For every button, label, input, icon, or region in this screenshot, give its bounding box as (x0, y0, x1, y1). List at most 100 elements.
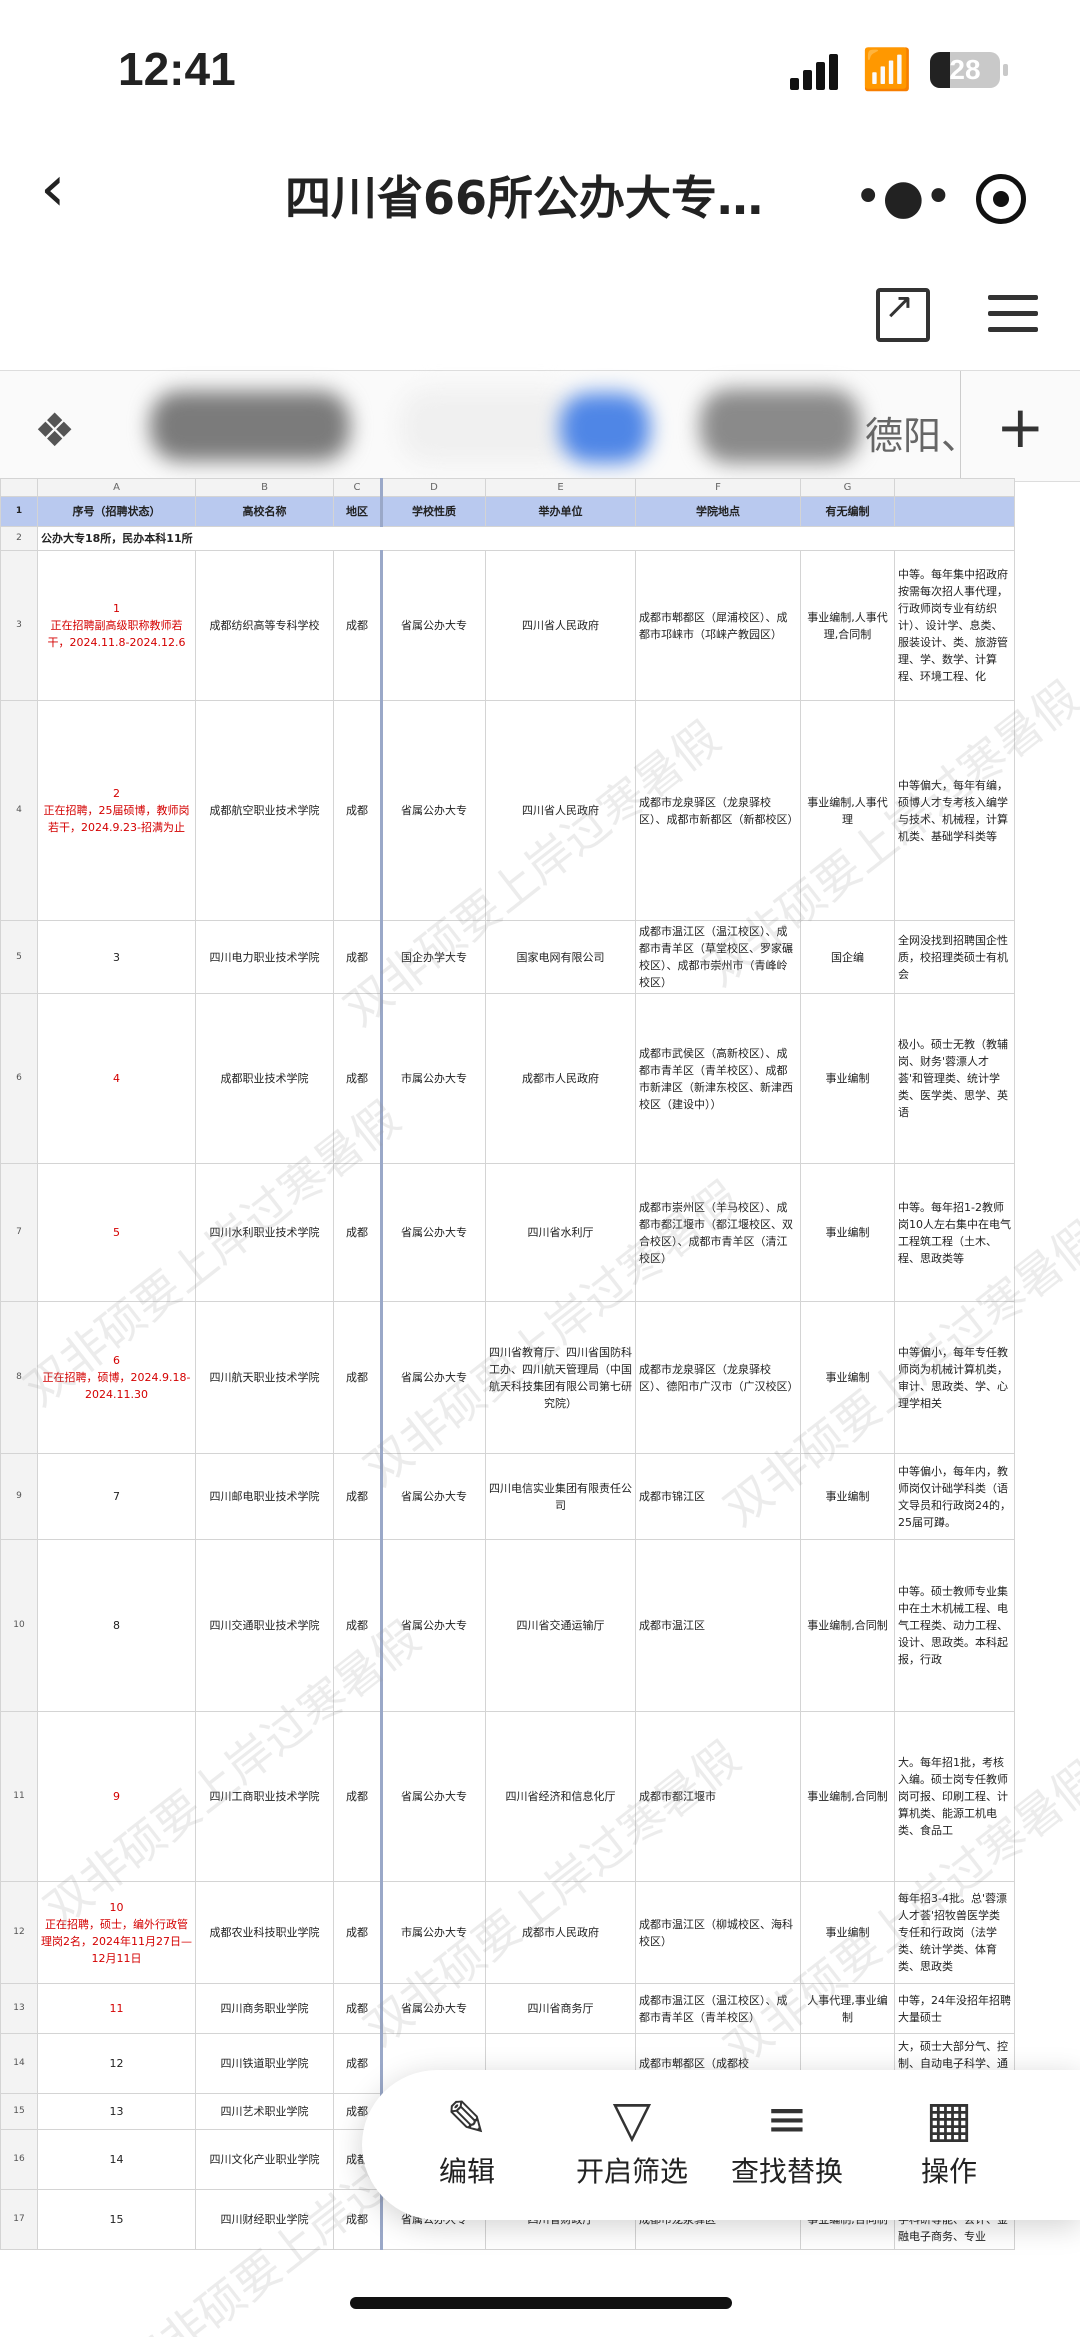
find-replace-button[interactable]: ≡ 查找替换 (712, 2088, 862, 2208)
cell-region[interactable]: 成都 (333, 2189, 383, 2250)
cell-staffing[interactable]: 事业编制,人事代理 (800, 700, 895, 921)
column-header[interactable]: F (635, 478, 801, 497)
row-number[interactable]: 9 (0, 1453, 38, 1540)
cell-staffing[interactable]: 事业编制 (800, 1453, 895, 1540)
cell-location[interactable]: 成都市都江堰市 (635, 1711, 801, 1882)
row-number[interactable]: 13 (0, 1983, 38, 2034)
cell-sponsor[interactable]: 四川省人民政府 (485, 700, 636, 921)
cell-staffing[interactable]: 事业编制 (800, 1301, 895, 1454)
cell-sponsor[interactable]: 四川省交通运输厅 (485, 1539, 636, 1712)
cell-notes[interactable]: 每年招3-4批。总'蓉漂人才荟'招牧兽医学类专任和行政岗（法学类、统计学类、体育… (894, 1881, 1015, 1984)
cell-school-name[interactable]: 四川电力职业技术学院 (195, 920, 334, 994)
cell-staffing[interactable]: 事业编制,合同制 (800, 1711, 895, 1882)
cell-region[interactable]: 成都 (333, 1301, 383, 1454)
row-number[interactable]: 6 (0, 993, 38, 1164)
cell-school-name[interactable]: 成都职业技术学院 (195, 993, 334, 1164)
sheet-tab-blurred[interactable] (700, 389, 860, 463)
section-label[interactable]: 公办大专18所，民办本科11所 (37, 526, 1015, 551)
row-number[interactable]: 3 (0, 550, 38, 701)
cell-region[interactable]: 成都 (333, 1453, 383, 1540)
row-number[interactable]: 10 (0, 1539, 38, 1712)
cell-school-name[interactable]: 四川财经职业学院 (195, 2189, 334, 2250)
cell-school-name[interactable]: 四川铁道职业学院 (195, 2033, 334, 2094)
sheets-layers-icon[interactable]: ❖ (34, 403, 75, 457)
actions-button[interactable]: ▦ 操作 (874, 2088, 1024, 2208)
cell-school-type[interactable]: 省属公办大专 (381, 1539, 486, 1712)
cell-staffing[interactable]: 事业编制 (800, 1163, 895, 1302)
cell-index-status[interactable]: 13 (37, 2093, 196, 2130)
cell-location[interactable]: 成都市温江区（温江校区）、成都市青羊区（青羊校区） (635, 1983, 801, 2034)
cell-sponsor[interactable]: 成都市人民政府 (485, 1881, 636, 1984)
cell-sponsor[interactable]: 四川省教育厅、四川省国防科工办、四川航天管理局（中国航天科技集团有限公司第七研究… (485, 1301, 636, 1454)
cell-school-name[interactable]: 四川商务职业学院 (195, 1983, 334, 2034)
cell-school-type[interactable]: 省属公办大专 (381, 1983, 486, 2034)
cell-index-status[interactable]: 2 正在招聘，25届硕博，教师岗若干，2024.9.23-招满为止 (37, 700, 196, 921)
cell-school-type[interactable]: 市属公办大专 (381, 993, 486, 1164)
row-number[interactable]: 1 (0, 496, 38, 527)
header-cell[interactable]: 地区 (333, 496, 383, 527)
cell-region[interactable]: 成都 (333, 1983, 383, 2034)
row-number[interactable]: 5 (0, 920, 38, 994)
column-header[interactable]: E (485, 478, 636, 497)
cell-sponsor[interactable]: 成都市人民政府 (485, 993, 636, 1164)
column-header[interactable]: G (800, 478, 895, 497)
filter-button[interactable]: ▽ 开启筛选 (557, 2088, 707, 2208)
row-number[interactable]: 15 (0, 2093, 38, 2130)
cell-staffing[interactable]: 事业编制 (800, 993, 895, 1164)
column-header[interactable]: B (195, 478, 334, 497)
row-number[interactable]: 11 (0, 1711, 38, 1882)
cell-region[interactable]: 成都 (333, 700, 383, 921)
cell-school-name[interactable]: 四川工商职业技术学院 (195, 1711, 334, 1882)
cell-location[interactable]: 成都市龙泉驿区（龙泉驿校区）、德阳市广汉市（广汉校区） (635, 1301, 801, 1454)
cell-notes[interactable]: 极小。硕士无教（教辅岗、财务'蓉漂人才荟'和管理类、统计学类、医学类、思学、英语 (894, 993, 1015, 1164)
row-number[interactable]: 17 (0, 2189, 38, 2250)
cell-school-type[interactable]: 省属公办大专 (381, 1711, 486, 1882)
more-icon[interactable]: •●• (854, 160, 953, 234)
cell-index-status[interactable]: 14 (37, 2129, 196, 2190)
cell-notes[interactable]: 中等偏大，每年有编，硕博人才专考核入编学与技术、机械程，计算机类、基础学科类等 (894, 700, 1015, 921)
cell-school-type[interactable]: 省属公办大专 (381, 1301, 486, 1454)
cell-location[interactable]: 成都市温江区 (635, 1539, 801, 1712)
cell-school-name[interactable]: 四川交通职业技术学院 (195, 1539, 334, 1712)
cell-sponsor[interactable]: 四川省水利厅 (485, 1163, 636, 1302)
cell-staffing[interactable]: 事业编制,合同制 (800, 1539, 895, 1712)
cell-location[interactable]: 成都市温江区（柳城校区、海科校区） (635, 1881, 801, 1984)
cell-index-status[interactable]: 11 (37, 1983, 196, 2034)
cell-notes[interactable]: 中等。每年集中招政府按需每次招人事代理，行政师岗专业有纺织计）、设计学、息类、服… (894, 550, 1015, 701)
cell-index-status[interactable]: 3 (37, 920, 196, 994)
cell-staffing[interactable]: 人事代理,事业编制 (800, 1983, 895, 2034)
cell-school-name[interactable]: 四川水利职业技术学院 (195, 1163, 334, 1302)
cell-school-type[interactable]: 省属公办大专 (381, 550, 486, 701)
cell-school-type[interactable]: 市属公办大专 (381, 1881, 486, 1984)
cell-index-status[interactable]: 8 (37, 1539, 196, 1712)
edit-button[interactable]: ✎ 编辑 (392, 2088, 542, 2208)
row-number[interactable]: 8 (0, 1301, 38, 1454)
cell-index-status[interactable]: 6 正在招聘，硕博，2024.9.18-2024.11.30 (37, 1301, 196, 1454)
close-target-icon[interactable] (976, 174, 1026, 224)
cell-school-name[interactable]: 成都航空职业技术学院 (195, 700, 334, 921)
cell-notes[interactable]: 中等。每年招1-2教师岗10人左右集中在电气工程筑工程（土木、程、思政类等 (894, 1163, 1015, 1302)
cell-school-name[interactable]: 四川航天职业技术学院 (195, 1301, 334, 1454)
cell-region[interactable]: 成都 (333, 1163, 383, 1302)
cell-location[interactable]: 成都市郫都区（犀浦校区）、成都市邛崃市（邛崃产教园区） (635, 550, 801, 701)
cell-school-type[interactable]: 省属公办大专 (381, 1453, 486, 1540)
cell-index-status[interactable]: 7 (37, 1453, 196, 1540)
cell-index-status[interactable]: 15 (37, 2189, 196, 2250)
column-header[interactable]: D (381, 478, 486, 497)
cell-school-type[interactable]: 省属公办大专 (381, 1163, 486, 1302)
column-header[interactable]: A (37, 478, 196, 497)
sheet-tab-blurred[interactable] (400, 389, 580, 463)
cell-school-type[interactable]: 国企办学大专 (381, 920, 486, 994)
cell-index-status[interactable]: 10 正在招聘，硕士，编外行政管理岗2名，2024年11月27日—12月11日 (37, 1881, 196, 1984)
header-cell[interactable]: 学校性质 (381, 496, 486, 527)
sheet-tab-label[interactable]: 德阳、 (865, 405, 979, 460)
cell-sponsor[interactable]: 国家电网有限公司 (485, 920, 636, 994)
cell-region[interactable]: 成都 (333, 920, 383, 994)
add-sheet-icon[interactable]: + (996, 393, 1045, 461)
back-icon[interactable]: ‹ (40, 152, 66, 226)
cell-school-name[interactable]: 成都农业科技职业学院 (195, 1881, 334, 1984)
row-number[interactable]: 2 (0, 526, 38, 551)
cell-staffing[interactable]: 国企编 (800, 920, 895, 994)
cell-notes[interactable]: 大。每年招1批，考核入编。硕士岗专任教师岗可报、印刷工程、计算机类、能源工机电类… (894, 1711, 1015, 1882)
cell-location[interactable]: 成都市锦江区 (635, 1453, 801, 1540)
